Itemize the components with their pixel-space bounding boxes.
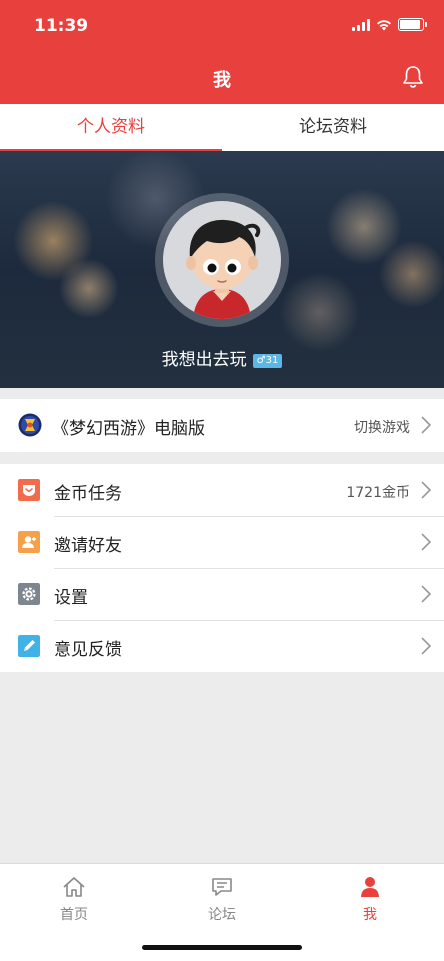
chevron-right-icon [421, 533, 432, 551]
menu-label: 意见反馈 [54, 640, 122, 660]
chevron-right-icon [421, 416, 432, 434]
gold-task-icon [18, 479, 40, 501]
current-game-row[interactable]: 《梦幻西游》电脑版 切换游戏 [0, 399, 444, 452]
forum-icon [212, 878, 232, 896]
menu-label: 邀请好友 [54, 536, 122, 556]
username-row: 我想出去玩 ♂31 [0, 345, 444, 370]
menu-item-gold-task[interactable]: 金币任务 1721金币 [0, 464, 444, 516]
chevron-right-icon [421, 637, 432, 655]
menu-item-invite-friends[interactable]: 邀请好友 [0, 516, 444, 568]
nav-item-forum[interactable]: 论坛 [148, 874, 296, 924]
nav-label: 首页 [60, 907, 88, 923]
chevron-right-icon [421, 481, 432, 499]
menu-item-feedback[interactable]: 意见反馈 [0, 620, 444, 672]
game-logo-icon [18, 413, 42, 437]
settings-icon [18, 583, 40, 605]
nav-item-home[interactable]: 首页 [0, 874, 148, 924]
home-icon [63, 877, 85, 897]
status-time: 11:39 [34, 16, 89, 36]
menu-item-settings[interactable]: 设置 [0, 568, 444, 620]
switch-game-label[interactable]: 切换游戏 [354, 417, 410, 437]
status-icons [352, 18, 427, 31]
wifi-icon [377, 19, 391, 30]
header-bar: 11:39 我 [0, 0, 444, 104]
tab-personal-info[interactable]: 个人资料 [0, 104, 222, 151]
profile-icon [361, 877, 379, 897]
invite-friend-icon [18, 531, 40, 553]
settings-menu: 金币任务 1721金币 邀请好友 设置 意见反馈 [0, 464, 444, 672]
game-name: 《梦幻西游》电脑版 [52, 419, 205, 439]
chevron-right-icon [421, 585, 432, 603]
nav-item-me[interactable]: 我 [296, 874, 444, 924]
avatar[interactable] [163, 201, 281, 319]
menu-label: 设置 [54, 588, 88, 608]
battery-icon [398, 18, 427, 31]
page-title: 我 [213, 70, 231, 91]
home-indicator [142, 945, 302, 950]
tab-forum-info[interactable]: 论坛资料 [222, 104, 444, 151]
menu-label: 金币任务 [54, 484, 122, 504]
signal-icon [352, 18, 370, 31]
avatar-ring [155, 193, 289, 327]
feedback-icon [18, 635, 40, 657]
nav-label: 我 [363, 907, 377, 923]
avatar-illustration [186, 219, 261, 319]
level-badge: ♂31 [252, 354, 283, 368]
profile-banner: 我想出去玩 ♂31 [0, 151, 444, 388]
profile-tabs: 个人资料 论坛资料 [0, 104, 444, 151]
gold-balance: 1721金币 [346, 485, 410, 501]
nav-label: 论坛 [208, 907, 236, 923]
bell-icon[interactable] [400, 64, 426, 90]
username: 我想出去玩 [161, 350, 247, 370]
